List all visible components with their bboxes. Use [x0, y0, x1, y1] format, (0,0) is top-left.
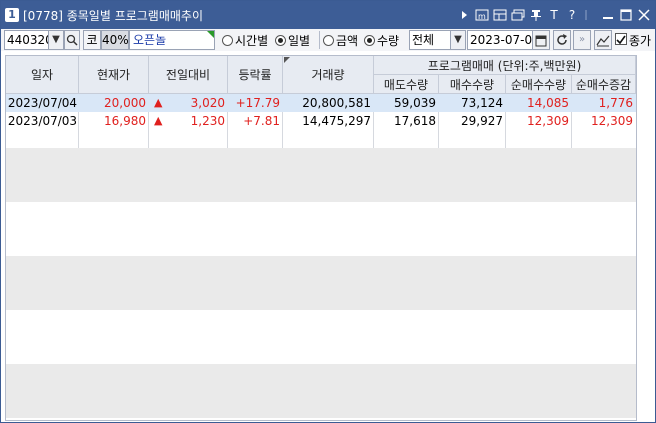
row-change: 1,230 [190, 114, 225, 128]
search-icon[interactable] [64, 30, 80, 50]
col-volume-header[interactable]: 거래량 [283, 56, 374, 94]
radio-time-dot[interactable] [222, 35, 233, 46]
radio-quantity-label: 수량 [377, 34, 400, 48]
help-icon[interactable]: ? [565, 7, 579, 23]
empty-row-band [6, 292, 636, 310]
minimize-icon[interactable] [601, 7, 615, 23]
empty-row-band [6, 382, 636, 400]
row-buy-qty: 29,927 [461, 114, 503, 128]
margin-rate-badge: 40% [101, 30, 129, 50]
col-net-buy-qty-header[interactable]: 순매수수량 [506, 75, 572, 94]
row-price: 16,980 [104, 114, 146, 128]
col-net-buy-change-header[interactable]: 순매수증감 [572, 75, 636, 94]
row-volume: 14,475,297 [302, 114, 371, 128]
empty-row-band [6, 148, 636, 166]
corner-marker-icon [207, 31, 214, 38]
col-buy-qty-header[interactable]: 매수수량 [439, 75, 506, 94]
memo-icon[interactable]: m [475, 7, 489, 23]
row-net-buy-qty: 14,085 [527, 96, 569, 110]
col-date-header[interactable]: 일자 [6, 56, 79, 94]
window-title: [0778] 종목일별 프로그램매매추이 [23, 9, 204, 23]
radio-time-label: 시간별 [235, 34, 269, 48]
scope-dropdown-icon[interactable]: ▼ [450, 30, 466, 50]
chevron-down-icon[interactable]: ▼ [48, 30, 64, 50]
radio-amount[interactable]: 금액 [323, 32, 358, 49]
stock-name-field: 오픈놀 [129, 30, 215, 50]
row-volume: 20,800,581 [302, 96, 371, 110]
row-date: 2023/07/04 [7, 96, 78, 110]
col-sell-qty-header[interactable]: 매도수량 [374, 75, 439, 94]
arrow-right-icon[interactable] [457, 7, 471, 23]
table-row[interactable]: 2023/07/04 20,000 ▲ 3,020 +17.79 20,800,… [6, 94, 636, 112]
col-program-group-header: 프로그램매매 (단위:주,백만원) [374, 56, 636, 75]
empty-row-band [6, 274, 636, 292]
empty-row-band [6, 400, 636, 418]
date-input[interactable]: 2023-07-04 [467, 30, 540, 50]
copy-window-icon[interactable] [511, 7, 525, 23]
market-label: 코 [83, 30, 101, 50]
calendar-icon[interactable] [532, 30, 550, 50]
col-price-header[interactable]: 현재가 [79, 56, 149, 94]
row-rate: +17.79 [235, 96, 280, 110]
radio-quantity-dot[interactable] [364, 35, 375, 46]
toolbar-divider [319, 31, 320, 49]
radio-time[interactable]: 시간별 [222, 32, 268, 49]
empty-row-band [6, 256, 636, 274]
close-icon[interactable] [637, 7, 651, 23]
radio-amount-dot[interactable] [323, 35, 334, 46]
radio-daily-dot[interactable] [275, 35, 286, 46]
grid-header: 일자 현재가 전일대비 등락률 거래량 프로그램매매 (단위:주,백만원) 매도… [6, 56, 636, 94]
next-page-icon[interactable]: » [573, 30, 591, 50]
title-bar: 1 [0778] 종목일별 프로그램매매추이 m T ? [1, 1, 655, 29]
svg-text:m: m [478, 12, 486, 21]
row-buy-qty: 73,124 [461, 96, 503, 110]
stock-code-input[interactable]: 440320 [4, 30, 53, 50]
chart-icon[interactable] [594, 30, 612, 50]
table-row[interactable]: 2023/07/03 16,980 ▲ 1,230 +7.81 14,475,2… [6, 112, 636, 130]
radio-daily[interactable]: 일별 [275, 32, 310, 49]
layout-icon[interactable] [493, 7, 507, 23]
empty-row-band [6, 166, 636, 184]
refresh-icon[interactable] [553, 30, 571, 50]
window-number-badge: 1 [5, 8, 19, 22]
sort-corner-icon [284, 57, 290, 63]
toolbar: 440320 ▼ 코 40% 오픈놀 시간별 일별 금액 수량 전체 ▼ 202… [1, 29, 655, 51]
program-trading-grid: 일자 현재가 전일대비 등락률 거래량 프로그램매매 (단위:주,백만원) 매도… [5, 55, 637, 421]
program-trading-window: 1 [0778] 종목일별 프로그램매매추이 m T ? 440320 ▼ 코 … [0, 0, 656, 423]
row-date: 2023/07/03 [7, 114, 78, 128]
row-rate: +7.81 [243, 114, 280, 128]
row-sell-qty: 59,039 [394, 96, 436, 110]
col-rate-header[interactable]: 등락률 [228, 56, 283, 94]
maximize-icon[interactable] [619, 7, 633, 23]
row-price: 20,000 [104, 96, 146, 110]
row-net-buy-qty: 12,309 [527, 114, 569, 128]
title-bar-controls: m T ? [457, 7, 651, 23]
empty-row-band [6, 364, 636, 382]
scope-select[interactable]: 전체 [409, 30, 451, 50]
row-sell-qty: 17,618 [394, 114, 436, 128]
pin-icon[interactable] [529, 7, 543, 23]
empty-row-band [6, 184, 636, 202]
row-net-buy-change: 12,309 [591, 114, 633, 128]
radio-quantity[interactable]: 수량 [364, 32, 399, 49]
font-size-icon[interactable]: T [547, 7, 561, 23]
col-change-header[interactable]: 전일대비 [149, 56, 228, 94]
radio-daily-label: 일별 [288, 34, 311, 48]
radio-amount-label: 금액 [336, 34, 359, 48]
close-price-label: 종가 [629, 34, 652, 48]
close-price-checkbox[interactable] [615, 33, 627, 45]
row-net-buy-change: 1,776 [598, 96, 633, 110]
row-change: 3,020 [190, 96, 225, 110]
separator-icon [583, 7, 597, 23]
right-margin [637, 55, 655, 421]
